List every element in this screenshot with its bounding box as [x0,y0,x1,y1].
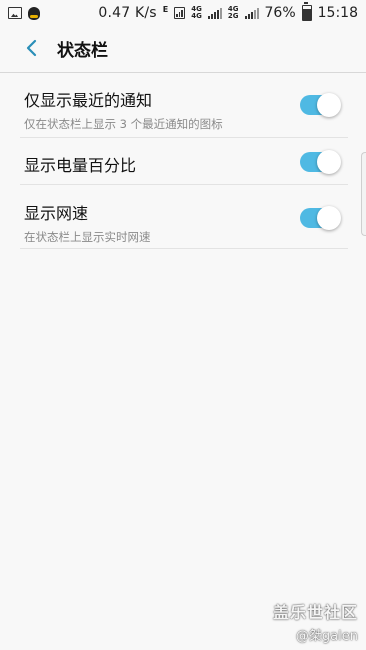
setting-subtitle: 仅在状态栏上显示 3 个最近通知的图标 [24,117,223,131]
watermark: 盖乐世社区 @桀galen [273,599,358,644]
setting-title: 显示网速 [24,204,89,223]
watermark-site: 盖乐世社区 [272,603,358,622]
clock: 15:18 [317,5,358,21]
setting-row-network-speed[interactable]: 显示网速 在状态栏上显示实时网速 [20,185,348,249]
network-speed: 0.47 K/s [98,5,157,21]
back-button[interactable] [11,28,51,68]
network-speed-toggle[interactable] [300,206,341,230]
status-bar-left [8,6,40,20]
settings-list: 仅显示最近的通知 仅在状态栏上显示 3 个最近通知的图标 显示电量百分比 显示网… [20,75,348,249]
gallery-notification-icon [8,7,22,19]
battery-percent: 76% [264,5,296,21]
network-4g-indicator: 4G 4G [191,6,202,20]
battery-icon [301,2,312,21]
setting-title: 显示电量百分比 [24,156,137,175]
status-bar: 0.47 K/s E 4G 4G 4G 2G 76% 15:18 [0,0,366,26]
setting-row-battery-percentage[interactable]: 显示电量百分比 [20,138,348,185]
setting-row-recent-notifications[interactable]: 仅显示最近的通知 仅在状态栏上显示 3 个最近通知的图标 [20,75,348,138]
header-divider [0,72,366,73]
signal-icon [174,7,186,19]
chevron-left-icon [26,39,37,57]
net-2g-label: 2G [227,12,239,20]
app-header: 状态栏 [0,26,366,70]
setting-subtitle: 在状态栏上显示实时网速 [24,230,151,244]
setting-text: 显示网速 在状态栏上显示实时网速 [24,200,151,245]
signal-strength-icon-1 [207,7,222,19]
qq-notification-icon [28,6,40,20]
setting-title: 仅显示最近的通知 [24,91,153,110]
battery-level-fill [302,9,311,20]
toggle-knob [317,93,341,117]
network-2g-indicator: 4G 2G [228,6,239,20]
signal-strength-icon-2 [244,7,259,19]
toggle-knob [317,206,341,230]
setting-text: 显示电量百分比 [24,152,136,176]
battery-percentage-toggle[interactable] [300,150,341,174]
page-title: 状态栏 [57,40,108,61]
status-bar-right: 0.47 K/s E 4G 4G 4G 2G 76% 15:18 [98,2,358,21]
net-4g-label-bottom: 4G [191,12,202,20]
watermark-user: @桀galen [295,629,358,644]
setting-text: 仅显示最近的通知 仅在状态栏上显示 3 个最近通知的图标 [24,87,223,132]
recent-notifications-toggle[interactable] [300,93,341,117]
toggle-knob [317,150,341,174]
network-type-e: E [162,4,169,14]
edge-panel-handle[interactable] [361,152,366,236]
